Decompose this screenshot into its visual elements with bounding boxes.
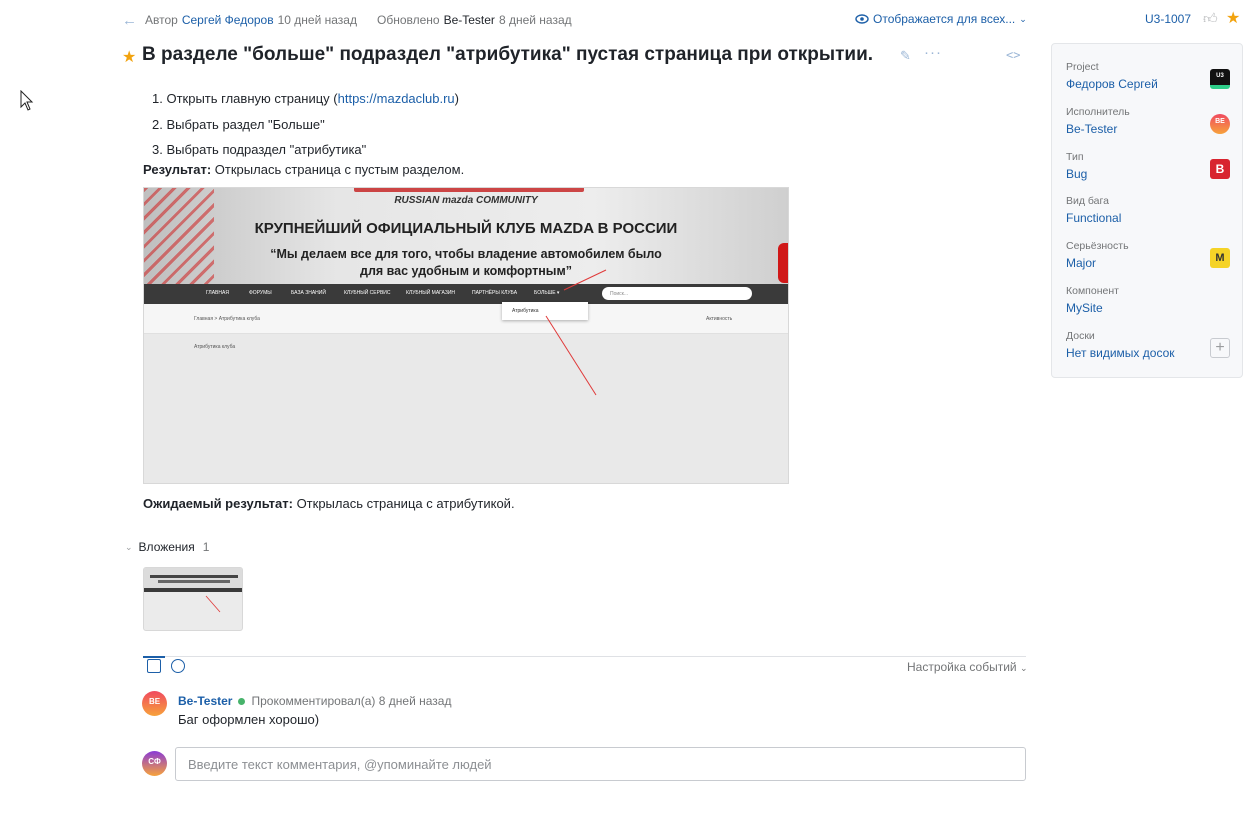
field-type: Тип Bug B: [1066, 151, 1236, 181]
bug-type-badge: B: [1210, 159, 1230, 179]
embedded-screenshot[interactable]: RUSSIAN mazda COMMUNITY КРУПНЕЙШИЙ ОФИЦИ…: [143, 187, 789, 484]
author-link[interactable]: Сергей Федоров: [182, 13, 274, 27]
attachments-count: 1: [202, 540, 210, 554]
annotation-arrows: [545, 269, 607, 396]
field-bug-kind: Вид бага Functional: [1066, 195, 1236, 225]
plus-icon[interactable]: +: [1210, 338, 1230, 358]
back-arrow-icon[interactable]: ←: [122, 12, 137, 29]
chevron-down-icon: ⌄: [1019, 663, 1028, 673]
eye-icon: [855, 14, 869, 24]
project-logo: U3: [1210, 69, 1230, 89]
step-item: 1. Открыть главную страницу (https://maz…: [152, 91, 460, 106]
more-icon[interactable]: ···: [924, 44, 942, 61]
field-project: Project Федоров Сергей U3: [1066, 61, 1236, 91]
events-settings-dropdown[interactable]: Настройка событий ⌄: [907, 660, 1028, 674]
comment-header: Be-Tester Прокомментировал(а) 8 дней наз…: [178, 694, 451, 708]
bug-kind-value[interactable]: Functional: [1066, 211, 1236, 225]
thumb-up-icon[interactable]: 👍︎: [1203, 10, 1218, 27]
field-component: Компонент MySite: [1066, 285, 1236, 315]
step-item: 2. Выбрать раздел "Больше": [152, 116, 325, 132]
pencil-icon[interactable]: ✎: [900, 48, 911, 64]
updater-name[interactable]: Be-Tester: [444, 13, 495, 27]
author-prefix: Автор: [145, 13, 178, 27]
site-link[interactable]: https://mazdaclub.ru: [338, 91, 455, 106]
issue-meta: ← Автор Сергей Федоров 10 дней назад Обн…: [122, 12, 572, 29]
chevron-down-icon: ⌄: [125, 541, 133, 552]
expected-text: Открылась страница с атрибутикой.: [292, 496, 515, 511]
activity-divider: [143, 656, 1026, 657]
component-value[interactable]: MySite: [1066, 301, 1236, 315]
issue-title: В разделе "больше" подраздел "атрибутика…: [142, 44, 874, 65]
star-icon[interactable]: ★: [122, 47, 136, 67]
comment-input[interactable]: [175, 747, 1026, 781]
expected-paragraph: Ожидаемый результат: Открылась страница …: [143, 496, 515, 511]
issue-id[interactable]: U3-1007: [1145, 12, 1191, 26]
field-assignee: Исполнитель Be-Tester BE: [1066, 106, 1236, 136]
mouse-cursor-icon: [20, 90, 34, 111]
field-boards: Доски Нет видимых досок +: [1066, 330, 1236, 360]
updated-time: 8 дней назад: [498, 13, 572, 27]
created-time: 10 дней назад: [277, 13, 357, 27]
result-label: Результат:: [143, 162, 212, 177]
visibility-dropdown[interactable]: Отображается для всех... ⌄: [855, 12, 1027, 26]
severity-badge: M: [1210, 248, 1230, 268]
comment-meta: Прокомментировал(а) 8 дней назад: [251, 694, 452, 708]
active-tab-indicator: [143, 656, 165, 658]
attachments-toggle[interactable]: ⌄ Вложения 1: [125, 540, 209, 554]
result-text: Открылась страница с пустым разделом.: [211, 162, 465, 177]
avatar: BE: [1210, 114, 1230, 134]
step-item: 3. Выбрать подраздел "атрибутика": [152, 142, 367, 157]
expected-label: Ожидаемый результат:: [143, 496, 293, 511]
updated-prefix: Обновлено: [376, 13, 440, 27]
online-status-dot: [238, 697, 246, 705]
avatar: СФ: [142, 751, 167, 776]
attachment-thumbnail[interactable]: [143, 567, 243, 631]
visibility-label: Отображается для всех...: [873, 12, 1016, 26]
chevron-down-icon: ⌄: [1019, 13, 1027, 24]
comment-author[interactable]: Be-Tester: [178, 694, 232, 708]
comment-text: Баг оформлен хорошо): [178, 712, 320, 727]
attachments-label: Вложения: [138, 540, 195, 554]
history-tab-icon[interactable]: [171, 659, 185, 673]
avatar[interactable]: BE: [142, 691, 167, 716]
comment-tab-icon[interactable]: [147, 659, 161, 673]
steps-list: 1. Открыть главную страницу (https://maz…: [152, 86, 459, 163]
star-icon[interactable]: ★: [1226, 8, 1240, 28]
code-icon[interactable]: <>: [1006, 48, 1020, 62]
result-paragraph: Результат: Открылась страница с пустым р…: [143, 162, 464, 177]
issue-fields-panel: Project Федоров Сергей U3 Исполнитель Be…: [1051, 43, 1243, 378]
field-severity: Серьёзность Major M: [1066, 240, 1236, 270]
